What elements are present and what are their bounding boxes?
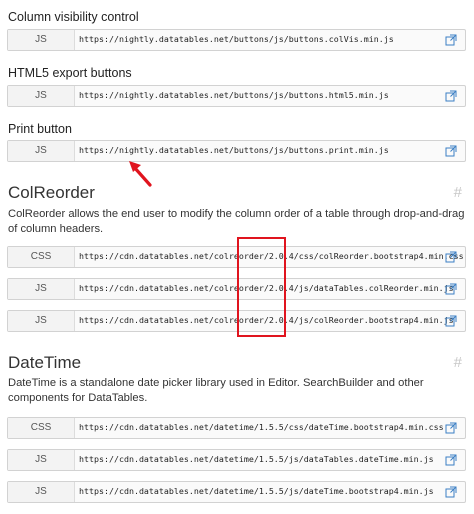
- colreorder-description: ColReorder allows the end user to modify…: [8, 208, 465, 235]
- heading-column-visibility: Column visibility control: [8, 10, 139, 24]
- section-title-datetime: DateTime: [8, 353, 82, 372]
- cdn-url[interactable]: https://nightly.datatables.net/buttons/j…: [79, 30, 394, 50]
- heading-html5-export: HTML5 export buttons: [8, 66, 132, 80]
- cdn-row-datetime-css: CSS https://cdn.datatables.net/datetime/…: [7, 417, 466, 439]
- file-type-badge: JS: [8, 141, 75, 161]
- open-in-new-icon[interactable]: [445, 34, 457, 46]
- file-type-badge: JS: [8, 86, 75, 106]
- anchor-link-datetime[interactable]: #: [454, 354, 462, 371]
- file-type-badge: JS: [8, 482, 75, 502]
- cdn-url[interactable]: https://nightly.datatables.net/buttons/j…: [79, 86, 389, 106]
- cdn-row-datetime-js: JS https://cdn.datatables.net/datetime/1…: [7, 449, 466, 471]
- annotation-highlight-box: [237, 237, 286, 337]
- cdn-url[interactable]: https://cdn.datatables.net/datetime/1.5.…: [79, 450, 434, 470]
- cdn-row-colvis-js: JS https://nightly.datatables.net/button…: [7, 29, 466, 51]
- cdn-url[interactable]: https://cdn.datatables.net/datetime/1.5.…: [79, 482, 434, 502]
- annotation-arrow: [129, 161, 152, 187]
- cdn-row-datetime-bootstrap-js: JS https://cdn.datatables.net/datetime/1…: [7, 481, 466, 503]
- cdn-row-print-js: JS https://nightly.datatables.net/button…: [7, 140, 466, 162]
- file-type-badge: JS: [8, 30, 75, 50]
- file-type-badge: JS: [8, 450, 75, 470]
- file-type-badge: JS: [8, 279, 75, 299]
- cdn-url[interactable]: https://cdn.datatables.net/datetime/1.5.…: [79, 418, 444, 438]
- cdn-row-html5-js: JS https://nightly.datatables.net/button…: [7, 85, 466, 107]
- open-in-new-icon[interactable]: [445, 251, 457, 263]
- file-type-badge: CSS: [8, 247, 75, 267]
- open-in-new-icon[interactable]: [445, 454, 457, 466]
- file-type-badge: CSS: [8, 418, 75, 438]
- file-type-badge: JS: [8, 311, 75, 331]
- open-in-new-icon[interactable]: [445, 283, 457, 295]
- anchor-link-colreorder[interactable]: #: [454, 184, 462, 201]
- open-in-new-icon[interactable]: [445, 422, 457, 434]
- heading-print-button: Print button: [8, 122, 72, 136]
- open-in-new-icon[interactable]: [445, 315, 457, 327]
- open-in-new-icon[interactable]: [445, 90, 457, 102]
- section-title-colreorder: ColReorder: [8, 183, 95, 202]
- open-in-new-icon[interactable]: [445, 145, 457, 157]
- open-in-new-icon[interactable]: [445, 486, 457, 498]
- datetime-description: DateTime is a standalone date picker lib…: [8, 377, 424, 404]
